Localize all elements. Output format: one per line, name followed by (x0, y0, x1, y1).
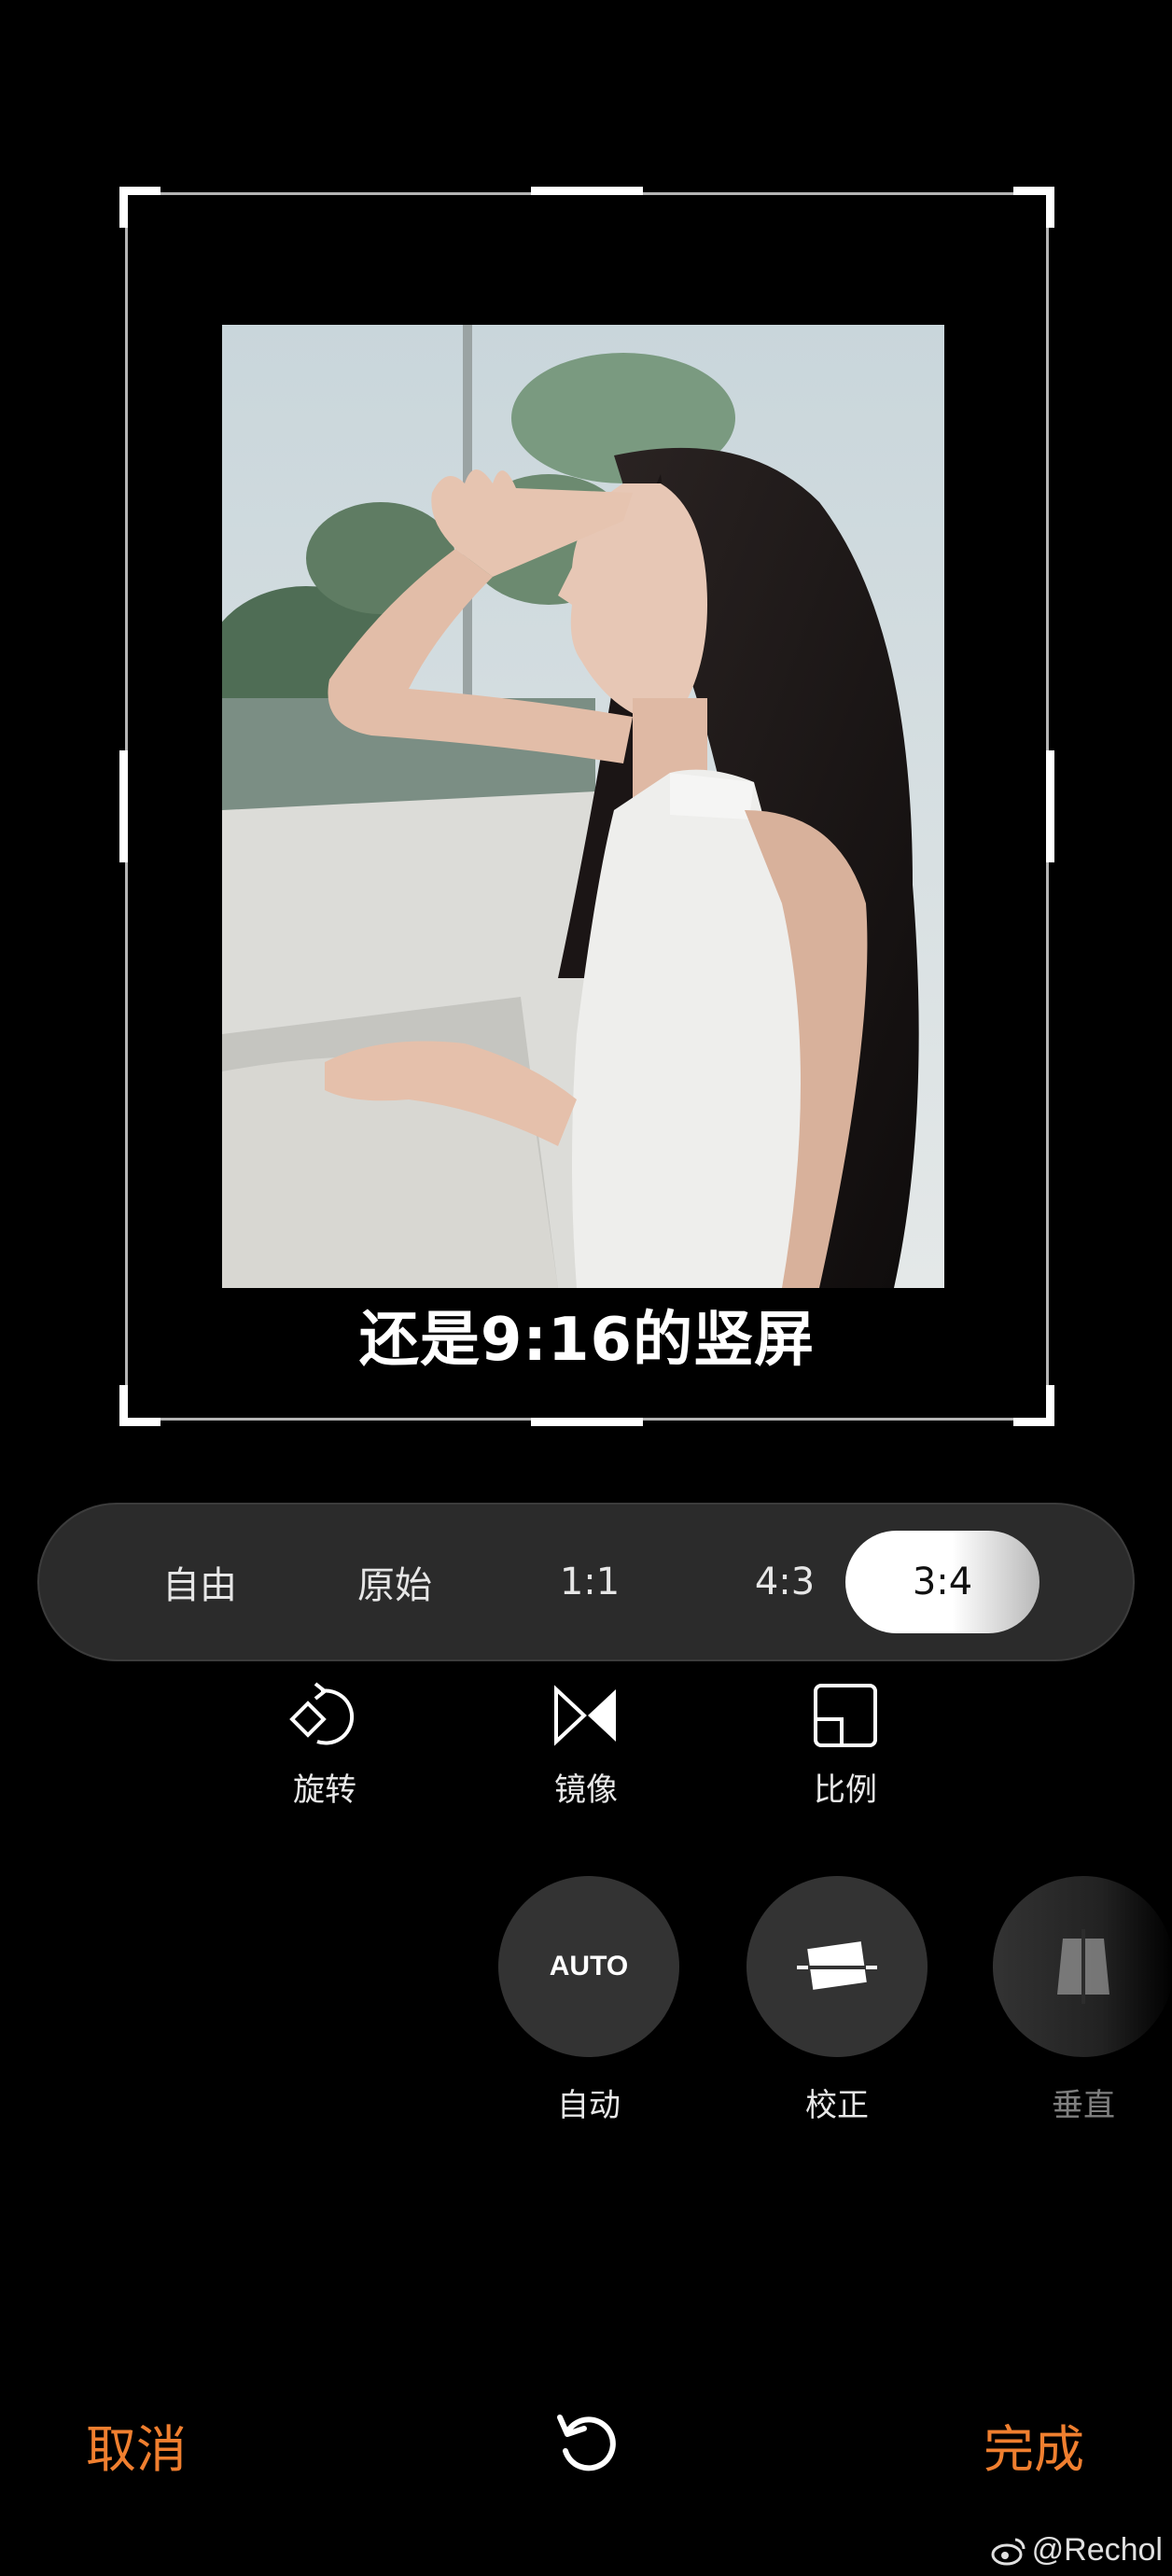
crop-area[interactable]: 还是9:16的竖屏 (119, 187, 1054, 1426)
ratio-free[interactable]: 自由 (103, 1531, 297, 1633)
ratio-3-4[interactable]: 3:4 (845, 1531, 1039, 1633)
weibo-icon (991, 2538, 1026, 2565)
correct-label: 校正 (805, 2087, 869, 2124)
correct-circle (746, 1876, 928, 2057)
reset-icon[interactable] (554, 2410, 620, 2475)
aspect-ratio-button[interactable]: 比例 (771, 1680, 920, 1810)
mirror-button[interactable]: 镜像 (511, 1680, 661, 1810)
rotate-button[interactable]: 旋转 (250, 1680, 399, 1810)
done-button[interactable]: 完成 (984, 2408, 1084, 2482)
auto-icon: AUTO (549, 1951, 629, 1981)
vertical-circle (993, 1876, 1172, 2057)
crop-handle-bottom-right[interactable] (1013, 1385, 1054, 1426)
aspect-ratio-icon (814, 1684, 877, 1747)
crop-handle-bottom-left[interactable] (119, 1385, 160, 1426)
correct-button[interactable]: 校正 (746, 1876, 928, 2125)
auto-label: 自动 (557, 2087, 621, 2124)
ratio-1-1[interactable]: 1:1 (493, 1531, 687, 1633)
crop-handle-bottom[interactable] (531, 1418, 643, 1426)
aspect-ratio-label: 比例 (814, 1771, 877, 1809)
rotate-label: 旋转 (293, 1771, 356, 1809)
watermark: @Rechol (991, 2532, 1163, 2569)
crop-frame (125, 192, 1049, 1421)
mirror-label: 镜像 (554, 1771, 618, 1809)
mirror-icon (554, 1685, 616, 1746)
crop-handle-left[interactable] (119, 750, 128, 862)
crop-handle-right[interactable] (1046, 750, 1054, 862)
ratio-original[interactable]: 原始 (298, 1531, 492, 1633)
auto-circle: AUTO (498, 1876, 679, 2057)
vertical-perspective-icon (1057, 1929, 1109, 2004)
vertical-button[interactable]: 垂直 (993, 1876, 1172, 2125)
ratio-selector: 自由 原始 1:1 4:3 3:4 (37, 1503, 1135, 1661)
cancel-button[interactable]: 取消 (86, 2408, 187, 2482)
vertical-label: 垂直 (1052, 2087, 1115, 2124)
auto-button[interactable]: AUTO 自动 (498, 1876, 679, 2125)
rotate-icon (289, 1682, 355, 1745)
crop-handle-top-right[interactable] (1013, 187, 1054, 228)
straighten-icon (797, 1941, 877, 1990)
watermark-text: @Rechol (1031, 2532, 1163, 2568)
crop-handle-top[interactable] (531, 187, 643, 195)
crop-handle-top-left[interactable] (119, 187, 160, 228)
